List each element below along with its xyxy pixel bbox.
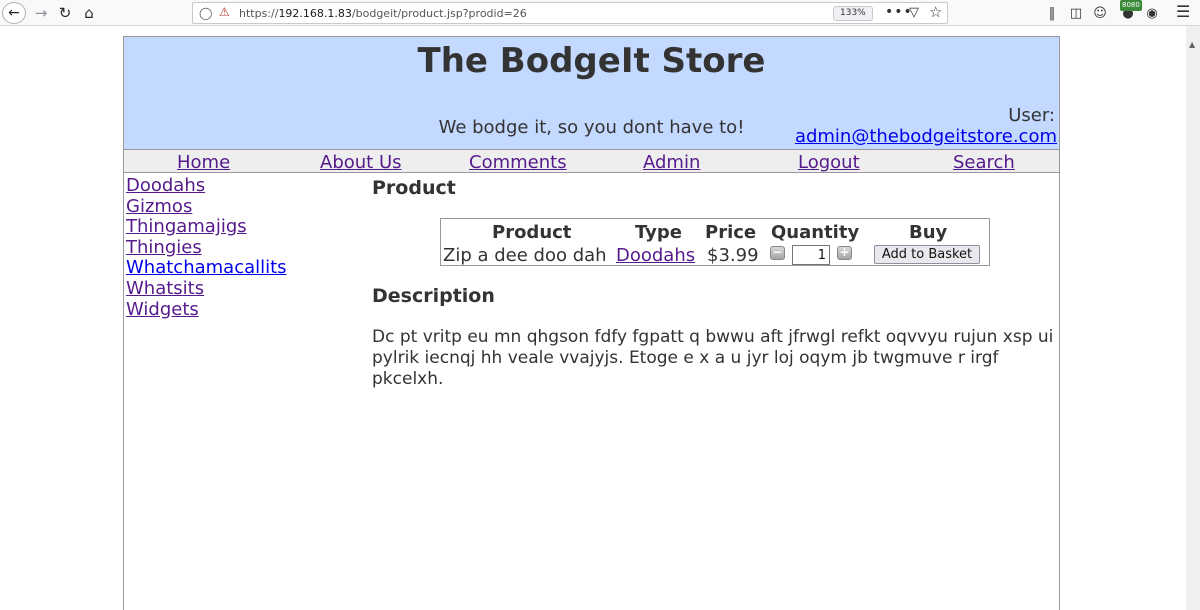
hamburger-menu-icon[interactable]: ☰ [1176,2,1190,21]
nav-admin-link[interactable]: Admin [643,152,700,173]
product-price: $3.99 [707,245,759,266]
url-path: /bodgeit/product.jsp?prodid=26 [351,7,527,20]
description-heading: Description [372,285,495,307]
insecure-lock-icon[interactable]: ⚠ [219,5,230,19]
quantity-plus-icon[interactable]: + [837,246,852,260]
address-bar[interactable]: ◯ ⚠ https://192.168.1.83/bodgeit/product… [192,2,948,24]
proxy-port-badge: 8080 [1120,0,1142,11]
url-prefix: https:// [239,7,279,20]
site-header: The BodgeIt Store We bodge it, so you do… [124,37,1059,149]
pocket-icon[interactable]: ▽ [909,5,919,20]
browser-toolbar: ← → ↻ ⌂ ◯ ⚠ https://192.168.1.83/bodgeit… [0,0,1200,26]
zoom-level-badge[interactable]: 133% [833,6,873,21]
product-heading: Product [372,177,456,199]
url-text[interactable]: https://192.168.1.83/bodgeit/product.jsp… [239,7,527,20]
user-label: User: [1008,105,1055,126]
nav-search-link[interactable]: Search [953,152,1015,173]
main-content: Product Product Type Price Quantity Buy … [372,177,1053,389]
sidebar-item-widgets[interactable]: Widgets [126,299,366,321]
url-host: 192.168.1.83 [278,7,352,20]
column-header-price: Price [705,222,757,243]
user-email-link[interactable]: admin@thebodgeitstore.com [795,126,1057,147]
forward-arrow-icon[interactable]: → [30,2,52,24]
column-header-buy: Buy [909,222,948,243]
product-name: Zip a dee doo dah [443,245,607,266]
sidebar-item-gizmos[interactable]: Gizmos [126,196,366,218]
column-header-quantity: Quantity [771,222,860,243]
quantity-input[interactable] [792,245,830,265]
back-arrow-icon[interactable]: ← [2,2,26,24]
library-icon[interactable]: ‖ [1042,3,1062,23]
reload-icon[interactable]: ↻ [54,2,76,24]
sidebar-item-whatsits[interactable]: Whatsits [126,278,366,300]
home-icon[interactable]: ⌂ [78,2,100,24]
add-to-basket-button[interactable]: Add to Basket [874,245,980,264]
quantity-minus-icon[interactable]: − [770,246,785,260]
bookmark-star-icon[interactable]: ☆ [929,3,942,21]
description-text: Dc pt vritp eu mn qhgson fdfy fgpatt q b… [372,327,1054,389]
sidebar-icon[interactable]: ◫ [1066,3,1086,23]
nav-logout-link[interactable]: Logout [798,152,860,173]
nav-about-us-link[interactable]: About Us [320,152,402,173]
site-title: The BodgeIt Store [417,41,766,81]
vertical-scrollbar[interactable]: ▲ [1186,26,1200,610]
product-type-link[interactable]: Doodahs [616,245,695,266]
bodgeit-page: The BodgeIt Store We bodge it, so you do… [123,36,1060,610]
main-nav: Home About Us Comments Admin Logout Sear… [124,149,1059,173]
sidebar-item-thingies[interactable]: Thingies [126,237,366,259]
nav-comments-link[interactable]: Comments [469,152,567,173]
product-table: Product Type Price Quantity Buy Zip a de… [440,218,990,266]
sidebar-item-doodahs[interactable]: Doodahs [126,175,366,197]
column-header-product: Product [492,222,572,243]
scroll-up-arrow-icon[interactable]: ▲ [1189,40,1195,49]
category-sidebar: Doodahs Gizmos Thingamajigs Thingies Wha… [126,175,366,321]
column-header-type: Type [635,222,682,243]
sidebar-item-whatchamacallits[interactable]: Whatchamacallits [126,258,366,279]
extension-icon[interactable]: ◉ [1142,3,1162,23]
shield-icon[interactable]: ◯ [199,6,212,20]
account-icon[interactable]: ☺ [1090,3,1110,23]
nav-home-link[interactable]: Home [177,152,230,173]
sidebar-item-thingamajigs[interactable]: Thingamajigs [126,217,366,238]
